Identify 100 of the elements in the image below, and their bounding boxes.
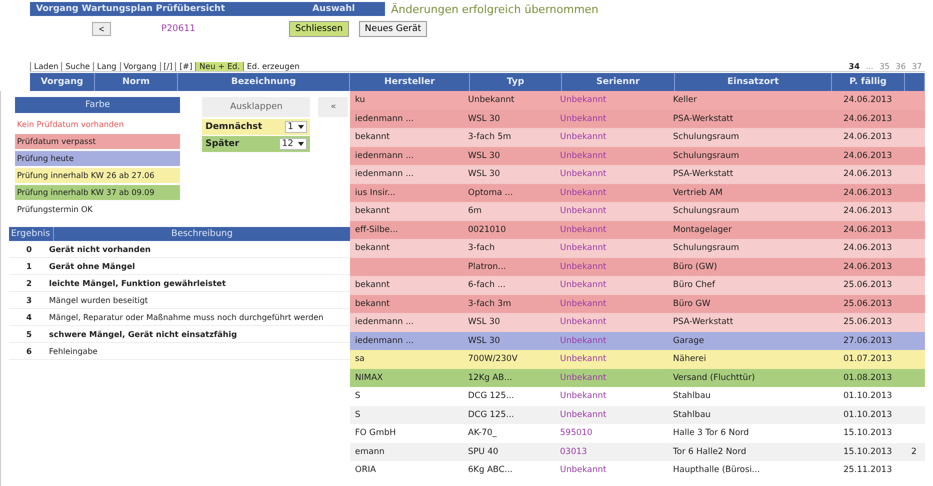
table-row[interactable]: bekannt 3-fach 3m Unbekannt Büro GW 25.06.2013 <box>350 294 925 313</box>
table-cell-text: bekannt <box>354 206 391 216</box>
table-cell-text: emann <box>354 446 386 457</box>
select-field[interactable]: 1 <box>284 121 308 133</box>
table-cell-text: Unbekannt <box>559 150 608 161</box>
result-code: 0 <box>25 244 33 254</box>
page-link[interactable]: 37 <box>908 62 925 71</box>
table-row[interactable]: sa 700W/230V Unbekannt Näherei 01.07.2013 <box>350 350 925 368</box>
table-cell-text: Unbekannt <box>559 317 608 328</box>
tab[interactable]: Vorgang <box>120 62 160 71</box>
header-selection: Auswahl <box>312 4 355 14</box>
page-link[interactable]: 34 <box>846 62 863 71</box>
record-number: P20611 <box>161 24 196 34</box>
table-cell-text: Versand (Fluchttür) <box>672 372 756 383</box>
tab[interactable]: [/] <box>160 62 176 71</box>
table-cell-text: 25.06.2013 <box>842 317 893 328</box>
new-device-button[interactable]: Neues Gerät <box>358 21 428 37</box>
result-code: 1 <box>25 262 33 270</box>
table-cell-text: sa <box>354 354 366 364</box>
status-message: Änderungen erfolgreich übernommen <box>391 2 598 16</box>
table-row[interactable]: iedenmann ... WSL 30 Unbekannt Garage 27.06.2013 <box>350 332 925 350</box>
result-description: Fehleingabe <box>49 346 98 356</box>
table-cell-text: 01.08.2013 <box>842 372 893 383</box>
page-link[interactable]: 35 <box>876 62 893 71</box>
table-cell-text: Tor 6 Halle2 Nord <box>672 446 748 457</box>
table-cell-text: ius Insir... <box>354 188 396 198</box>
table-cell-text: Schulungsraum <box>672 150 740 161</box>
table-row[interactable]: emann SPU 40 03013 Tor 6 Halle2 Nord 15.10.2013 2 <box>350 442 925 461</box>
table-cell-text: 25.11.2013 <box>842 465 893 476</box>
table-cell-text: 25.06.2013 <box>842 280 893 290</box>
table-cell-text: iedenmann ... <box>354 114 415 124</box>
close-button[interactable]: Schliessen <box>289 21 349 37</box>
table-cell-text: S <box>354 391 362 402</box>
table-cell-text: WSL 30 <box>467 317 502 328</box>
tab[interactable]: Suche <box>61 62 93 71</box>
back-button[interactable]: < <box>92 22 112 36</box>
table-cell-text: Unbekannt <box>559 336 608 346</box>
tab[interactable]: Laden <box>30 62 62 71</box>
table-cell-text: Unbekannt <box>559 410 608 420</box>
table-cell-text: 24.06.2013 <box>842 262 893 272</box>
table-cell-text: 6Kg ABC... <box>467 465 514 476</box>
table-cell-text: 12Kg AB... <box>467 372 514 383</box>
table-cell-text: PSA-Werkstatt <box>672 114 734 124</box>
column-header: Ergebnis <box>9 227 54 241</box>
table-cell-text: Keller <box>672 95 698 106</box>
page-link[interactable]: ... <box>862 62 876 71</box>
table-row[interactable]: ius Insir... Optoma ... Unbekannt Vertrieb AM 24.06.2013 <box>350 184 925 202</box>
table-row[interactable]: iedenmann ... WSL 30 Unbekannt PSA-Werkstatt 25.06.2013 <box>350 313 925 332</box>
table-row[interactable]: NIMAX 12Kg AB... Unbekannt Versand (Fluchttür) 01.08.2013 <box>350 368 925 387</box>
table-cell-text: bekannt <box>354 280 391 290</box>
table-cell-text: SPU 40 <box>467 446 500 457</box>
table-cell-text: 24.06.2013 <box>842 95 893 106</box>
tab[interactable]: Neu + Ed. <box>195 62 243 71</box>
table-cell-text: DCG 125... <box>467 391 516 402</box>
page-link[interactable]: 36 <box>892 62 909 71</box>
table-cell-text: Unbekannt <box>559 354 608 364</box>
table-cell-text: 27.06.2013 <box>842 336 893 346</box>
table-cell-text: WSL 30 <box>467 336 502 346</box>
table-cell-text: Unbekannt <box>559 391 608 402</box>
table-row[interactable]: iedenmann ... WSL 30 Unbekannt Schulungsraum 24.06.2013 <box>350 146 925 165</box>
table-row[interactable]: bekannt 3-fach 5m Unbekannt Schulungsraum 24.06.2013 <box>350 128 925 146</box>
table-cell-text: 6m <box>467 206 483 216</box>
legend-item: Prüfung innerhalb KW 26 ab 27.06 <box>15 168 180 183</box>
expand-button[interactable]: Ausklappen <box>202 97 310 117</box>
table-cell-text: Büro (GW) <box>672 262 718 272</box>
table-row[interactable]: ku Unbekannt Unbekannt Keller 24.06.2013 <box>350 91 925 110</box>
table-cell-text: 01.10.2013 <box>842 410 893 420</box>
table-row[interactable]: bekannt 6-fach ... Unbekannt Büro Chef 25.06.2013 <box>350 276 925 294</box>
table-cell-text: Unbekannt <box>559 298 608 309</box>
table-cell-text: Schulungsraum <box>672 243 740 254</box>
table-cell-text: 595010 <box>559 428 594 438</box>
table-cell-text: 24.06.2013 <box>842 224 893 235</box>
table-cell-text: Montagelager <box>672 224 733 235</box>
dropdown-arrow-icon <box>298 125 304 129</box>
table-cell-text: bekannt <box>354 298 391 309</box>
table-cell-text: eff-Silbe... <box>354 224 400 235</box>
table-cell-text: 24.06.2013 <box>842 169 893 180</box>
select-field[interactable]: 12 <box>278 138 308 150</box>
table-row[interactable]: bekannt 3-fach Unbekannt Schulungsraum 24.06.2013 <box>350 239 925 258</box>
table-row[interactable]: Platron... Unbekannt Büro (GW) 24.06.2013 <box>350 258 925 276</box>
result-description: Gerät ohne Mängel <box>49 262 135 270</box>
table-cell-text: Schulungsraum <box>672 132 740 142</box>
table-row[interactable]: eff-Silbe... 0021010 Unbekannt Montagelager 24.06.2013 <box>350 220 925 239</box>
table-cell-text: Unbekannt <box>559 188 608 198</box>
setting-label: Später <box>205 139 240 149</box>
table-cell-text: 03013 <box>559 446 588 457</box>
table-row[interactable]: iedenmann ... WSL 30 Unbekannt PSA-Werkstatt 24.06.2013 <box>350 110 925 128</box>
table-row[interactable]: iedenmann ... WSL 30 Unbekannt PSA-Werkstatt 24.06.2013 <box>350 165 925 184</box>
tab[interactable]: Lang <box>92 62 120 71</box>
table-cell-text: 24.06.2013 <box>842 243 893 254</box>
legend-item: Prüfdatum verpasst <box>15 134 180 149</box>
tab[interactable]: Ed. erzeugen <box>242 62 303 71</box>
table-cell-text: FO GmbH <box>354 428 397 438</box>
table-cell-text: WSL 30 <box>467 169 502 180</box>
table-row[interactable]: bekannt 6m Unbekannt Schulungsraum 24.06.2013 <box>350 202 925 220</box>
table-cell-text: 700W/230V <box>467 354 519 364</box>
table-cell-text: 24.06.2013 <box>842 150 893 161</box>
collapse-button[interactable]: « <box>318 97 348 117</box>
table-cell-text: Vertrieb AM <box>672 188 724 198</box>
table-row[interactable]: S DCG 125... Unbekannt Stahlbau 01.10.2013 <box>350 406 925 424</box>
